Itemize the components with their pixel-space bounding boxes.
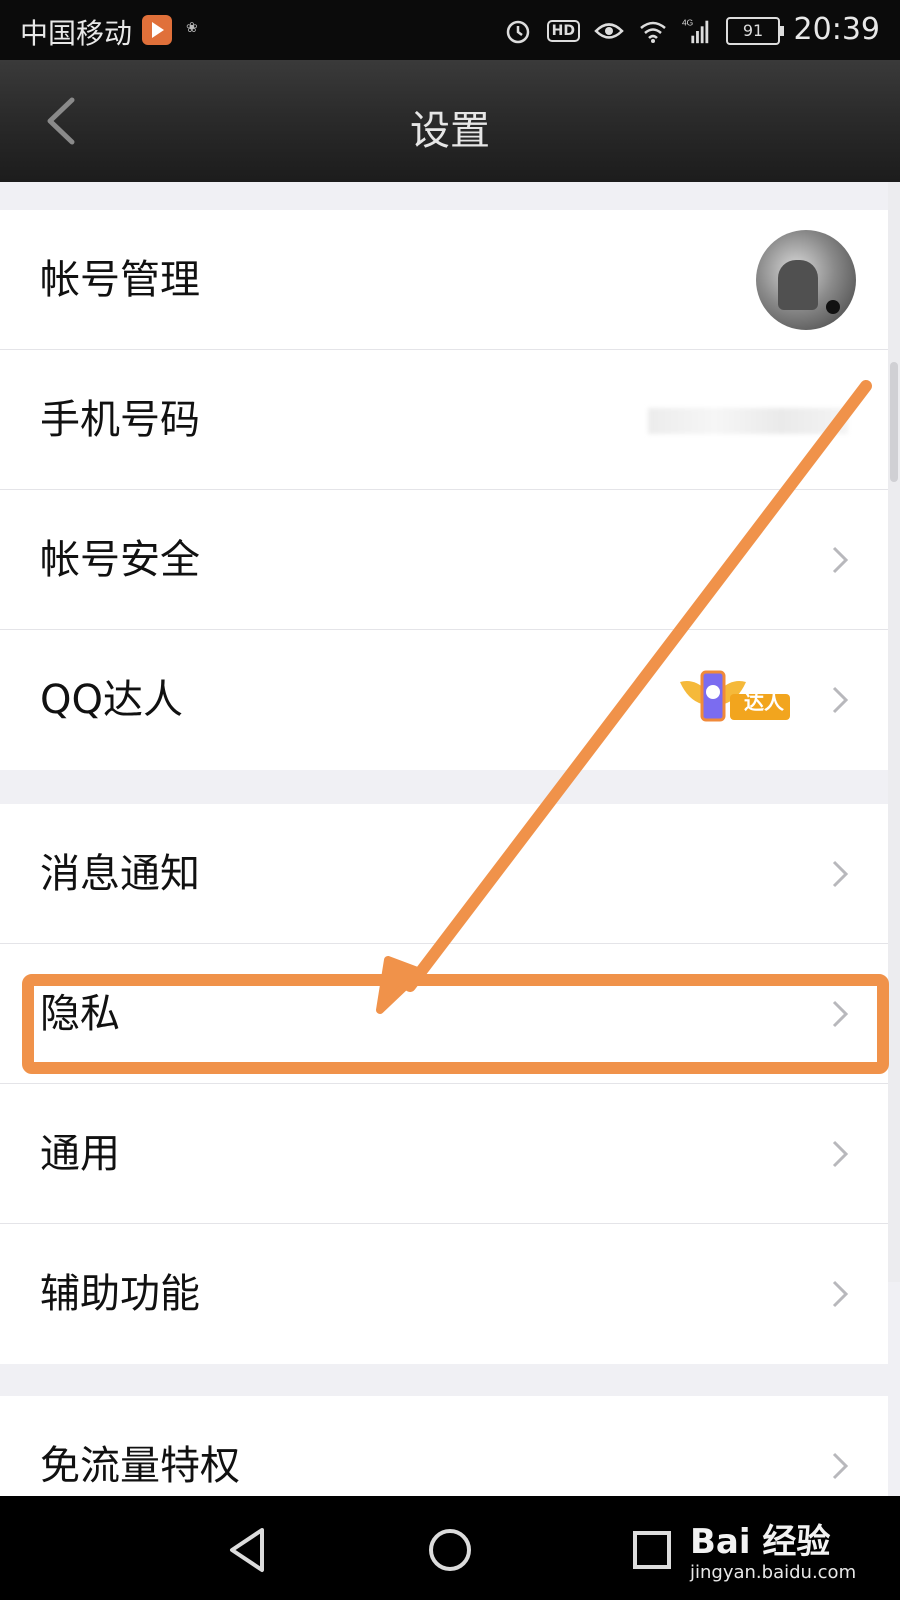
- avatar: [756, 230, 856, 330]
- settings-row-free-data[interactable]: 免流量特权: [0, 1396, 888, 1496]
- signal-icon: 4G: [682, 16, 712, 46]
- svg-text:4G: 4G: [682, 17, 693, 27]
- chevron-right-icon: [832, 686, 849, 714]
- settings-group-data: 免流量特权: [0, 1396, 888, 1496]
- page-title: 设置: [410, 108, 490, 154]
- chevron-right-icon: [832, 1452, 849, 1480]
- chevron-right-icon: [832, 1140, 849, 1168]
- home-circle-icon[interactable]: [424, 1524, 476, 1576]
- scrollbar[interactable]: [888, 182, 900, 1282]
- settings-row-accessibility[interactable]: 辅助功能: [0, 1224, 888, 1364]
- chevron-right-icon: [832, 546, 849, 574]
- row-label: 消息通知: [40, 851, 200, 897]
- settings-row-privacy[interactable]: 隐私: [0, 944, 888, 1084]
- settings-row-general[interactable]: 通用: [0, 1084, 888, 1224]
- settings-group-general: 消息通知 隐私 通用 辅助功能: [0, 804, 888, 1364]
- video-app-icon: [142, 15, 172, 45]
- wifi-icon: [638, 16, 668, 46]
- title-bar: 设置: [0, 60, 900, 182]
- settings-row-qq-expert[interactable]: QQ达人 达人: [0, 630, 888, 770]
- row-label: 辅助功能: [40, 1271, 200, 1317]
- row-label: QQ达人: [40, 677, 183, 723]
- settings-row-notifications[interactable]: 消息通知: [0, 804, 888, 944]
- back-triangle-icon[interactable]: [222, 1524, 274, 1576]
- row-label: 手机号码: [40, 397, 200, 443]
- hd-icon: HD: [546, 20, 580, 42]
- row-label: 隐私: [40, 991, 120, 1037]
- clock-time: 20:39: [793, 12, 880, 47]
- battery-indicator: 91: [726, 17, 784, 45]
- paw-icon: ❀: [186, 20, 198, 36]
- carrier-label: 中国移动: [20, 17, 133, 50]
- settings-row-account-management[interactable]: 帐号管理: [0, 210, 888, 350]
- settings-group-account: 帐号管理 手机号码 帐号安全 QQ达人 达人: [0, 210, 888, 770]
- chevron-right-icon: [832, 1000, 849, 1028]
- system-nav-bar: Bai 经验 jingyan.baidu.com: [0, 1496, 900, 1600]
- recents-square-icon[interactable]: [626, 1524, 678, 1576]
- row-label: 帐号管理: [40, 257, 200, 303]
- settings-row-phone-number[interactable]: 手机号码: [0, 350, 888, 490]
- scroll-thumb[interactable]: [890, 362, 898, 482]
- eye-icon: [594, 16, 624, 46]
- chevron-right-icon: [832, 860, 849, 888]
- status-bar: 中国移动 ❀ HD 4G 91 20:39: [0, 0, 900, 60]
- settings-row-account-security[interactable]: 帐号安全: [0, 490, 888, 630]
- blurred-phone-number: [648, 408, 848, 434]
- alarm-icon: [503, 16, 533, 46]
- status-icons: HD 4G 91: [503, 14, 784, 48]
- row-label: 帐号安全: [40, 537, 200, 583]
- watermark-url: jingyan.baidu.com: [690, 1562, 857, 1583]
- watermark-logo: Bai 经验: [690, 1522, 831, 1562]
- badge-label: 达人: [744, 690, 784, 714]
- row-label: 通用: [40, 1131, 120, 1177]
- chevron-right-icon: [832, 1280, 849, 1308]
- row-label: 免流量特权: [40, 1443, 240, 1489]
